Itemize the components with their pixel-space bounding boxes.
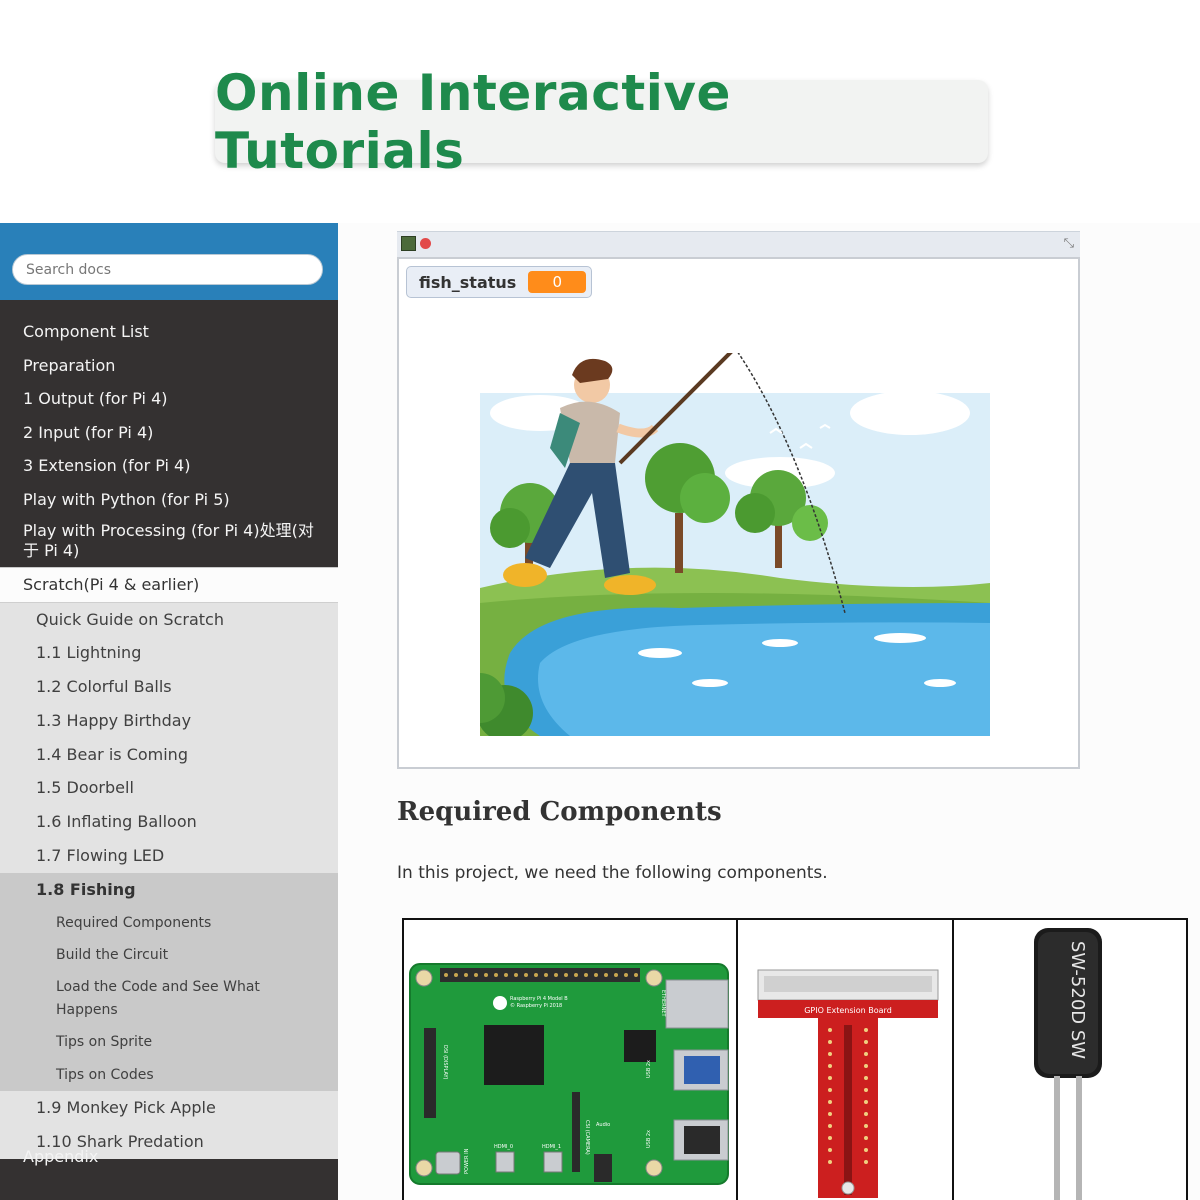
nav-sub-item[interactable]: 1.9 Monkey Pick Apple	[0, 1091, 338, 1125]
nav-anchor-load-code[interactable]: Load the Code and See What Happens	[0, 971, 338, 1026]
pi-dsi-label: DSI (DISPLAY)	[442, 1045, 448, 1080]
monitor-value: 0	[528, 271, 587, 293]
nav-anchor-required-components[interactable]: Required Components	[0, 907, 338, 939]
nav-sub-item[interactable]: 1.1 Lightning	[0, 636, 338, 670]
nav-sub-item[interactable]: 1.5 Doorbell	[0, 771, 338, 805]
nav-anchor-tips-codes[interactable]: Tips on Codes	[0, 1059, 338, 1091]
nav-anchor-tips-sprite[interactable]: Tips on Sprite	[0, 1026, 338, 1058]
search-input[interactable]	[12, 254, 323, 285]
pi-ethernet-label: ETHERNET	[660, 990, 666, 1018]
nav-active-children: Required Components Build the Circuit Lo…	[0, 906, 338, 1092]
pi-hdmi0-label: HDMI_0	[494, 1144, 513, 1150]
gpio-extension-board-image: GPIO Extension Board	[757, 969, 939, 1198]
tilt-switch-cell: SW-520D SW	[954, 920, 1186, 1200]
raspberry-pi-cell: Raspberry Pi 4 Model B © Raspberry Pi 20…	[404, 920, 738, 1200]
stage-toolbar: ⤡	[397, 231, 1080, 257]
nav-item-output[interactable]: 1 Output (for Pi 4)	[0, 382, 338, 416]
nav-anchor-build-circuit[interactable]: Build the Circuit	[0, 939, 338, 971]
search-area	[0, 223, 338, 300]
raspberry-pi-board-image: Raspberry Pi 4 Model B © Raspberry Pi 20…	[409, 963, 729, 1185]
pi-copyright-label: © Raspberry Pi 2018	[510, 1002, 562, 1009]
sidebar-nav: Component List Preparation 1 Output (for…	[0, 315, 338, 1159]
scratch-stage[interactable]: fish_status 0	[397, 257, 1080, 769]
components-table: Raspberry Pi 4 Model B © Raspberry Pi 20…	[402, 918, 1188, 1200]
gpio-board-cell: GPIO Extension Board	[738, 920, 954, 1200]
tilt-switch-sensor-image: SW-520D SW	[1034, 928, 1102, 1200]
pi-model-label: Raspberry Pi 4 Model B	[510, 996, 568, 1002]
nav-item-scratch[interactable]: Scratch(Pi 4 & earlier)	[0, 567, 338, 603]
nav-item-fishing-active[interactable]: 1.8 Fishing	[0, 872, 338, 907]
pi-power-label: POWER IN	[464, 1148, 470, 1174]
main-content: ⤡ fish_status 0 Required Components In t…	[338, 223, 1200, 1200]
nav-sub-item[interactable]: 1.4 Bear is Coming	[0, 738, 338, 772]
docs-sidebar: Component List Preparation 1 Output (for…	[0, 223, 338, 1200]
gpio-board-label: GPIO Extension Board	[804, 1006, 892, 1015]
sensor-label: SW-520D SW	[1067, 941, 1088, 1059]
monitor-label: fish_status	[419, 272, 517, 292]
nav-item-appendix[interactable]: Appendix	[0, 1140, 338, 1174]
nav-sub-item[interactable]: Quick Guide on Scratch	[0, 603, 338, 637]
title-banner: Online Interactive Tutorials	[215, 64, 988, 180]
nav-sub-item[interactable]: 1.7 Flowing LED	[0, 839, 338, 873]
green-flag-icon[interactable]	[401, 236, 416, 251]
nav-sub-item[interactable]: 1.6 Inflating Balloon	[0, 805, 338, 839]
nav-sub-item[interactable]: 1.2 Colorful Balls	[0, 670, 338, 704]
pi-usb-label: USB 2x	[646, 1060, 652, 1078]
pi-audio-label: Audio	[596, 1122, 610, 1128]
nav-item-python[interactable]: Play with Python (for Pi 5)	[0, 483, 338, 517]
nav-sub-item[interactable]: 1.3 Happy Birthday	[0, 704, 338, 738]
intro-paragraph: In this project, we need the following c…	[397, 863, 828, 883]
nav-item-processing[interactable]: Play with Processing (for Pi 4)处理(对于 Pi …	[0, 516, 338, 566]
pi-hdmi1-label: HDMI_1	[542, 1144, 561, 1150]
banner-title: Online Interactive Tutorials	[215, 63, 731, 180]
nav-item-input[interactable]: 2 Input (for Pi 4)	[0, 416, 338, 450]
nav-item-extension[interactable]: 3 Extension (for Pi 4)	[0, 449, 338, 483]
nav-item-preparation[interactable]: Preparation	[0, 349, 338, 383]
section-title: Required Components	[397, 797, 722, 827]
pi-csi-label: CSI (CAMERA)	[584, 1120, 590, 1155]
variable-monitor: fish_status 0	[406, 266, 592, 298]
fishing-scene-illustration	[480, 353, 990, 736]
fullscreen-icon[interactable]: ⤡	[1064, 236, 1074, 251]
nav-current-section: Scratch(Pi 4 & earlier) Quick Guide on S…	[0, 567, 338, 1159]
stop-icon[interactable]	[420, 238, 431, 249]
nav-item-component-list[interactable]: Component List	[0, 315, 338, 349]
pi-usb-label: USB 2x	[646, 1130, 652, 1148]
